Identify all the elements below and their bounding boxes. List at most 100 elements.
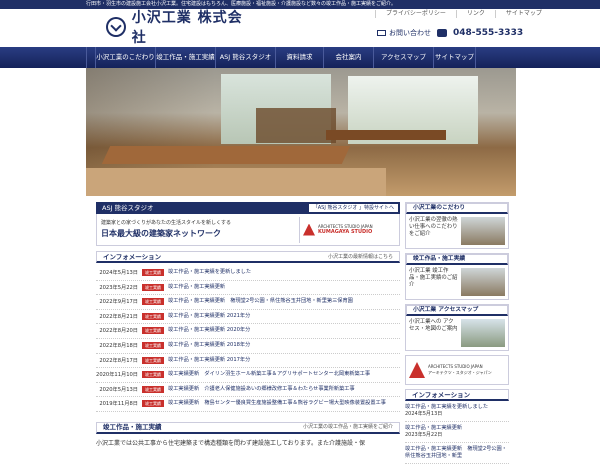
info-section-bar: インフォメーション 小沢工業の最新情報はこちら [96, 251, 400, 263]
asj-kumagaya-logo: ARCHITECTS STUDIO JAPAN KUMAGAYA STUDIO [299, 216, 395, 243]
side-info-item[interactable]: 竣工作品・施工実績更新 権現堂2号公園・県住熊谷玉井団地・新里 [405, 443, 509, 464]
nav-request[interactable]: 資料請求 [276, 47, 324, 68]
info-link[interactable]: 竣工実績更新 ダイリン羽生ホール新築工事＆アグリサポートセンター北岡東新築工事 [168, 371, 400, 378]
top-tagline: 行田市・羽生市の建設施工会社小沢工業。住宅建設はもちろん、医療施設・福祉施設・介… [0, 0, 600, 9]
nav-works[interactable]: 竣工作品・施工実績 [156, 47, 216, 68]
info-date: 2022年9月17日 [99, 299, 138, 306]
asj-banner-copy: 建築家との家づくりがあなたの生活スタイルを新しくする [101, 220, 231, 226]
info-date: 2022年8月18日 [99, 342, 138, 349]
side-works-text: 小沢工業 竣工作品・施工実績のご紹介 [409, 268, 458, 288]
info-link[interactable]: 竣工作品・施工実績を更新しました [168, 269, 400, 276]
info-badge: 竣工実績 [142, 327, 164, 335]
side-access-bar: 小沢工業 アクセスマップ [406, 305, 508, 316]
info-row: 2019年11月8日 竣工実績 竣工実績更新 権島センター優良買生産施設整備工事＆熊… [96, 397, 400, 412]
info-date: 2024年5月13日 [99, 270, 138, 276]
side-info-bar: インフォメーション [405, 389, 509, 401]
info-link[interactable]: 竣工実績更新 介護老人保健施設あいの郷様改修工事＆わたらせ事業所新築工事 [168, 386, 400, 393]
info-badge: 竣工実績 [142, 385, 164, 393]
info-link[interactable]: 竣工作品・施工実績更新 2018年分 [168, 342, 400, 349]
info-list: 2024年5月13日 竣工実績 竣工作品・施工実績を更新しました 2023年5月22日… [96, 266, 400, 412]
sitemap-link[interactable]: サイトマップ [494, 10, 552, 18]
side-works-bar: 竣工作品・施工実績 [406, 254, 508, 265]
info-link[interactable]: 竣工作品・施工実績更新 2021年分 [168, 313, 400, 320]
info-more-link[interactable]: 小沢工業の最新情報はこちら [323, 252, 397, 261]
info-section-title: インフォメーション [103, 252, 162, 261]
contact-area: お問い合わせ 048-555-3333 [377, 28, 523, 38]
info-date: 2019年11月8日 [99, 401, 138, 408]
side-column: 小沢工業のこだわり 小沢工業の翌徹の熱い仕事へのこだわりをご紹介 竣工作品・施工… [405, 202, 509, 464]
info-date: 2022年8月17日 [99, 357, 138, 364]
info-link[interactable]: 竣工実績更新 権島センター優良買生産施設整備工事＆熊谷ラグビー場大型映像装置設置… [168, 400, 400, 407]
nav-kodawari[interactable]: 小沢工業のこだわり [96, 47, 156, 68]
side-kodawari-text: 小沢工業の翌徹の熱い仕事へのこだわりをご紹介 [409, 217, 458, 237]
asj-section-bar: ASJ 熊谷スタジオ 「ASJ 熊谷スタジオ 」特設サイトへ [96, 202, 400, 214]
logo-mark-icon [106, 17, 126, 37]
info-row: 2022年8月17日 竣工実績 竣工作品・施工実績更新 2017年分 [96, 354, 400, 369]
info-date: 2022年8月20日 [99, 328, 138, 335]
phone-number[interactable]: 048-555-3333 [453, 28, 523, 38]
info-row: 2022年8月21日 竣工実績 竣工作品・施工実績更新 2021年分 [96, 310, 400, 325]
side-asj-bottom: アーキテクツ・スタジオ・ジャパン [428, 370, 492, 375]
side-works-thumb [461, 268, 505, 296]
nav-sitemap[interactable]: サイトマップ [434, 47, 476, 68]
side-asj-top: ARCHITECTS STUDIO JAPAN [428, 364, 483, 369]
side-info-text: 竣工作品・施工実績更新 [405, 425, 463, 431]
side-access-text: 小沢工業への アクセス・地図のご案内 [409, 319, 458, 332]
info-link[interactable]: 竣工作品・施工実績更新 [168, 284, 400, 291]
info-link[interactable]: 竣工作品・施工実績更新 2017年分 [168, 357, 400, 364]
asj-logo-main: KUMAGAYA STUDIO [318, 229, 373, 235]
info-badge: 竣工実績 [142, 400, 164, 408]
side-asj-banner[interactable]: ARCHITECTS STUDIO JAPAN アーキテクツ・スタジオ・ジャパン [405, 355, 509, 385]
company-logo[interactable]: 小沢工業 株式会社 [106, 10, 256, 46]
contact-button[interactable]: お問い合わせ [377, 28, 431, 38]
works-intro-text: 小沢工業では公共工事から住宅建築まで構造種類を問わず建設施工しております。また介… [96, 439, 366, 447]
info-link[interactable]: 竣工作品・施工実績更新 権現堂2号公園・県住熊谷玉井団地・新里第三保育園 [168, 298, 400, 305]
asj-logo-mark-icon [303, 223, 315, 236]
info-badge: 竣工実績 [142, 269, 164, 276]
side-access-card[interactable]: 小沢工業 アクセスマップ 小沢工業への アクセス・地図のご案内 [405, 304, 509, 351]
side-info-item[interactable]: 竣工作品・施工実績更新 2023年5月22日 [405, 422, 509, 443]
info-badge: 竣工実績 [142, 371, 164, 379]
info-date: 2023年5月22日 [99, 284, 138, 291]
info-date: 2022年8月21日 [99, 313, 138, 320]
side-kodawari-thumb [461, 217, 505, 245]
main-column: ASJ 熊谷スタジオ 「ASJ 熊谷スタジオ 」特設サイトへ 建築家との家づくり… [96, 202, 400, 447]
privacy-policy-link[interactable]: プライバシーポリシー [375, 10, 456, 18]
info-badge: 竣工実績 [142, 312, 164, 320]
info-row: 2023年5月22日 竣工実績 竣工作品・施工実績更新 [96, 281, 400, 296]
works-section-title: 竣工作品・施工実績 [103, 423, 162, 432]
info-badge: 竣工実績 [142, 298, 164, 306]
side-info-text: 竣工作品・施工実績を更新しました [405, 404, 489, 410]
info-row: 2022年8月18日 竣工実績 竣工作品・施工実績更新 2018年分 [96, 339, 400, 354]
info-row: 2020年11月10日 竣工実績 竣工実績更新 ダイリン羽生ホール新築工事＆アグリサ… [96, 368, 400, 383]
side-access-thumb [461, 319, 505, 347]
links-link[interactable]: リンク [455, 10, 495, 18]
mail-icon [377, 30, 386, 36]
side-works-card[interactable]: 竣工作品・施工実績 小沢工業 竣工作品・施工実績のご紹介 [405, 253, 509, 300]
phone-icon [437, 29, 447, 37]
side-info-text: 竣工作品・施工実績更新 権現堂2号公園・県住熊谷玉井団地・新里 [405, 446, 507, 459]
contact-label: お問い合わせ [389, 29, 431, 37]
info-row: 2022年8月20日 竣工実績 竣工作品・施工実績更新 2020年分 [96, 324, 400, 339]
asj-banner-headline: 日本最大級の建築家ネットワーク [101, 229, 221, 238]
asj-section-title: ASJ 熊谷スタジオ [102, 204, 154, 212]
asj-site-link[interactable]: 「ASJ 熊谷スタジオ 」特設サイトへ [308, 204, 398, 212]
side-kodawari-card[interactable]: 小沢工業のこだわり 小沢工業の翌徹の熱い仕事へのこだわりをご紹介 [405, 202, 509, 249]
info-date: 2020年5月13日 [99, 386, 138, 393]
side-info-date: 2024年5月13日 [405, 411, 443, 417]
nav-home[interactable] [86, 47, 96, 68]
info-badge: 竣工実績 [142, 283, 164, 291]
info-badge: 竣工実績 [142, 341, 164, 349]
info-link[interactable]: 竣工作品・施工実績更新 2020年分 [168, 327, 400, 334]
utility-links: プライバシーポリシー リンク サイトマップ [375, 10, 552, 18]
works-section-bar: 竣工作品・施工実績 小沢工業の竣工作品・施工実績をご紹介 [96, 421, 400, 434]
hero-image [86, 68, 516, 196]
asj-banner[interactable]: 建築家との家づくりがあなたの生活スタイルを新しくする 日本最大級の建築家ネットワ… [96, 214, 400, 246]
works-more-link[interactable]: 小沢工業の竣工作品・施工実績をご紹介 [298, 423, 397, 432]
side-info-item[interactable]: 竣工作品・施工実績を更新しました 2024年5月13日 [405, 401, 509, 422]
nav-company[interactable]: 会社案内 [324, 47, 374, 68]
side-asj-logo-icon [409, 362, 425, 378]
nav-access[interactable]: アクセスマップ [374, 47, 434, 68]
nav-asj[interactable]: ASJ 熊谷スタジオ [216, 47, 276, 68]
info-date: 2020年11月10日 [96, 372, 138, 379]
